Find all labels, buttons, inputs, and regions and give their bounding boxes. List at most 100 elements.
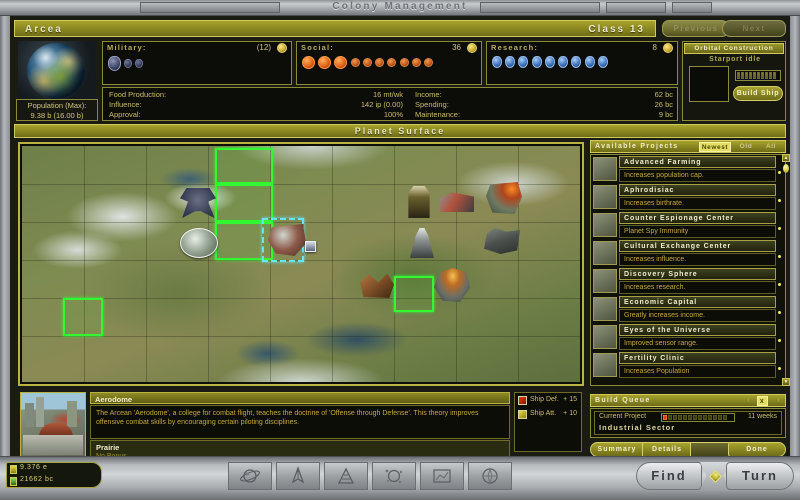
stat-label: Ship Def. [530, 396, 559, 403]
footer-spacer-button[interactable] [690, 442, 730, 457]
research-pip [597, 56, 608, 68]
population-hud-row: 9.376 e [9, 464, 99, 475]
map-building[interactable] [180, 228, 218, 258]
compass-icon[interactable] [468, 462, 512, 490]
orbital-ship-slot[interactable] [689, 66, 729, 102]
done-button[interactable]: Done [728, 442, 786, 457]
find-button[interactable]: Find [636, 462, 702, 490]
available-projects-panel: Available Projects Newest Old All Advanc… [590, 140, 790, 386]
colony-name-bar: Arcea Class 13 [14, 20, 656, 37]
tab-all[interactable]: All [759, 142, 783, 152]
project-marker-icon [778, 171, 781, 174]
project-item[interactable]: Discovery Sphere Increases research. [593, 268, 782, 295]
next-colony-button[interactable]: Next [722, 20, 786, 37]
project-icon [593, 325, 617, 349]
project-item[interactable]: Counter Espionage Center Planet Spy Immu… [593, 212, 782, 239]
social-pip [399, 58, 409, 67]
project-marker-icon [778, 255, 781, 258]
project-item[interactable]: Cultural Exchange Center Increases influ… [593, 240, 782, 267]
economy-left-values: 16 mt/wk 142 ip (0.00) 100% [293, 90, 403, 120]
map-tile-selected[interactable] [215, 184, 273, 222]
tab-newest[interactable]: Newest [699, 142, 731, 152]
planet-thumbnail[interactable] [18, 41, 96, 101]
stat-label: Ship Att. [530, 410, 557, 417]
social-pip [424, 58, 434, 67]
project-desc: Increases population cap. [619, 169, 776, 182]
research-pips [492, 56, 609, 68]
map-building[interactable] [305, 241, 316, 252]
summary-button[interactable]: Summary [590, 442, 644, 457]
graphs-icon[interactable] [420, 462, 464, 490]
details-button[interactable]: Details [642, 442, 692, 457]
orbital-progress-gauge [735, 70, 781, 81]
build-queue-close-button[interactable]: x [757, 396, 768, 406]
scrollbar-thumb[interactable] [783, 164, 789, 173]
influence-value: 142 ip (0.00) [360, 100, 403, 109]
social-panel[interactable]: Social: 36 [296, 41, 482, 85]
social-pip [334, 56, 348, 69]
food-production-label: Food Production: [109, 90, 167, 99]
population-value: 9.38 b (16.00 b) [30, 111, 84, 120]
planet-globe-icon [27, 43, 85, 99]
queue-prev-icon[interactable]: ‹ [745, 397, 753, 405]
scroll-up-icon[interactable]: ▲ [782, 154, 790, 162]
map-canvas[interactable] [22, 146, 580, 382]
project-item[interactable]: Eyes of the Universe Improved sensor ran… [593, 324, 782, 351]
queue-next-icon[interactable]: › [775, 397, 783, 405]
economy-panel: Food Production: Influence: Approval: 16… [102, 87, 678, 121]
ship-defense-icon [518, 396, 527, 405]
previous-colony-button[interactable]: Previous [662, 20, 730, 37]
project-icon [593, 353, 617, 377]
project-name: Fertility Clinic [619, 352, 776, 364]
project-marker-icon [778, 199, 781, 202]
map-building[interactable] [486, 182, 522, 214]
research-pip [492, 56, 502, 68]
build-queue-body[interactable]: Current Project 11 weeks Industrial Sect… [590, 408, 786, 438]
social-pip [350, 58, 360, 67]
credits-total: 21662 bc [20, 476, 54, 483]
resource-hud: 9.376 e 21662 bc [6, 462, 102, 488]
colony-management-window: Colony Management Arcea Class 13 Previou… [0, 0, 800, 500]
planet-surface-map[interactable] [18, 142, 584, 386]
building-name: Aerodome [90, 392, 510, 404]
build-queue-row[interactable]: Current Project 11 weeks Industrial Sect… [594, 411, 782, 435]
military-panel[interactable]: Military: (12) [102, 41, 292, 85]
project-marker-icon [778, 339, 781, 342]
galaxy-icon[interactable] [372, 462, 416, 490]
map-tile-selected[interactable] [63, 298, 103, 336]
terrain-name: Prairie [96, 443, 120, 452]
project-item[interactable]: Advanced Farming Increases population ca… [593, 156, 782, 183]
planets-icon[interactable] [228, 462, 272, 490]
tab-old[interactable]: Old [735, 142, 757, 152]
military-pips [108, 56, 144, 71]
credits-icon [10, 477, 17, 486]
orbital-construction-panel: Orbital Construction Starport idle Build… [682, 41, 786, 121]
research-pip [571, 56, 582, 68]
starport-status: Starport idle [709, 56, 761, 63]
economy-right-values: 62 bc 26 bc 9 bc [573, 90, 673, 120]
project-item[interactable]: Fertility Clinic Increases Population [593, 352, 782, 379]
population-total: 9.376 e [20, 464, 48, 471]
scroll-down-icon[interactable]: ▼ [782, 378, 790, 386]
project-item[interactable]: Aphrodisiac Increases birthrate. [593, 184, 782, 211]
research-pip [584, 56, 595, 68]
credits-hud-row: 21662 bc [9, 476, 99, 487]
map-tile-selected[interactable] [394, 276, 434, 312]
available-projects-list[interactable]: Advanced Farming Increases population ca… [590, 154, 786, 386]
map-tile-selected[interactable] [215, 148, 273, 184]
economy-right-labels: Income: Spending: Maintenance: [415, 90, 460, 120]
projects-scrollbar[interactable]: ▲ ▼ [782, 154, 790, 386]
project-desc: Increases influence. [619, 253, 776, 266]
project-name: Economic Capital [619, 296, 776, 308]
turn-button[interactable]: Turn [726, 462, 794, 490]
project-name: Cultural Exchange Center [619, 240, 776, 252]
ships-icon[interactable] [276, 462, 320, 490]
approval-label: Approval: [109, 110, 141, 119]
build-ship-button[interactable]: Build Ship [733, 86, 783, 101]
project-name: Discovery Sphere [619, 268, 776, 280]
research-panel[interactable]: Research: 8 [486, 41, 678, 85]
colony-summary: Population (Max): 9.38 b (16.00 b) Milit… [14, 39, 786, 123]
technology-icon[interactable] [324, 462, 368, 490]
income-value: 62 bc [654, 90, 673, 99]
project-item[interactable]: Economic Capital Greatly increases incom… [593, 296, 782, 323]
